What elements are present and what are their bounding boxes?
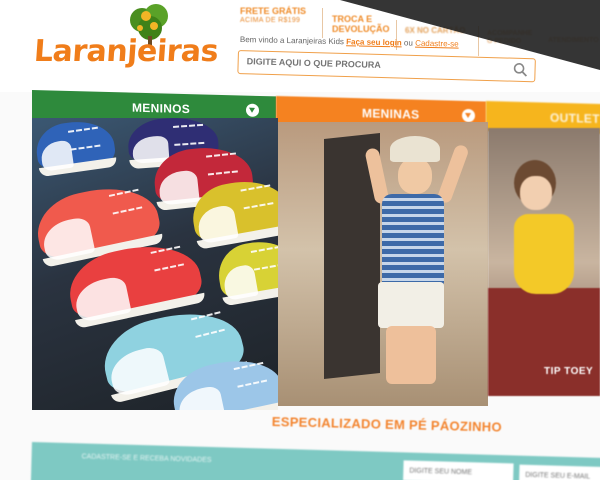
newsletter-email-input[interactable] xyxy=(519,464,600,480)
slogan: ESPECIALIZADO EM PÉ PÁOZINHO xyxy=(271,414,503,435)
free-shipping-title: FRETE GRÁTIS xyxy=(240,6,307,16)
boy-hat xyxy=(390,136,440,162)
red-bench xyxy=(488,288,600,396)
banner-shoes[interactable] xyxy=(32,118,278,410)
blue-shoe xyxy=(33,118,118,178)
free-shipping-promo[interactable]: FRETE GRÁTIS ACIMA DE R$199 xyxy=(240,6,306,26)
banner-boy[interactable] xyxy=(278,122,488,406)
category-nav: MENINOS MENINAS OUTLET xyxy=(32,80,600,136)
newsletter-name-input[interactable] xyxy=(403,460,514,480)
yellow-shoe-2 xyxy=(213,235,278,307)
banner-caption: TIP TOEY xyxy=(544,366,594,377)
chevron-down-icon[interactable] xyxy=(462,108,475,123)
logo[interactable]: Laranjeiras xyxy=(33,0,219,84)
newsletter-text: CADASTRE-SE E RECEBA NOVIDADES xyxy=(81,453,212,465)
divider xyxy=(322,8,323,38)
welcome-prefix: Bem vindo a Laranjeiras Kids xyxy=(239,35,345,47)
chevron-down-icon[interactable] xyxy=(246,103,259,117)
page: Laranjeiras FRETE GRÁTIS ACIMA DE R$199 … xyxy=(0,0,600,480)
free-shipping-subtitle: ACIMA DE R$199 xyxy=(240,17,301,24)
nav-tab-meninas-label: MENINAS xyxy=(362,106,420,122)
boy-shirt xyxy=(382,194,444,286)
girl-dress xyxy=(514,214,574,294)
boy-face xyxy=(398,158,432,194)
boy-legs xyxy=(386,326,436,384)
photo-shadow-corner xyxy=(340,0,600,70)
girl-face xyxy=(520,176,552,210)
nav-tab-meninos-label: MENINOS xyxy=(132,100,191,117)
boy-arm xyxy=(436,143,470,205)
logo-text: Laranjeiras xyxy=(32,34,220,69)
boy-shorts xyxy=(378,282,444,328)
banner-girl[interactable]: TIP TOEY xyxy=(488,128,600,396)
nav-tab-outlet-label: OUTLET xyxy=(550,110,600,126)
newsletter-bar: CADASTRE-SE E RECEBA NOVIDADES xyxy=(30,442,600,480)
